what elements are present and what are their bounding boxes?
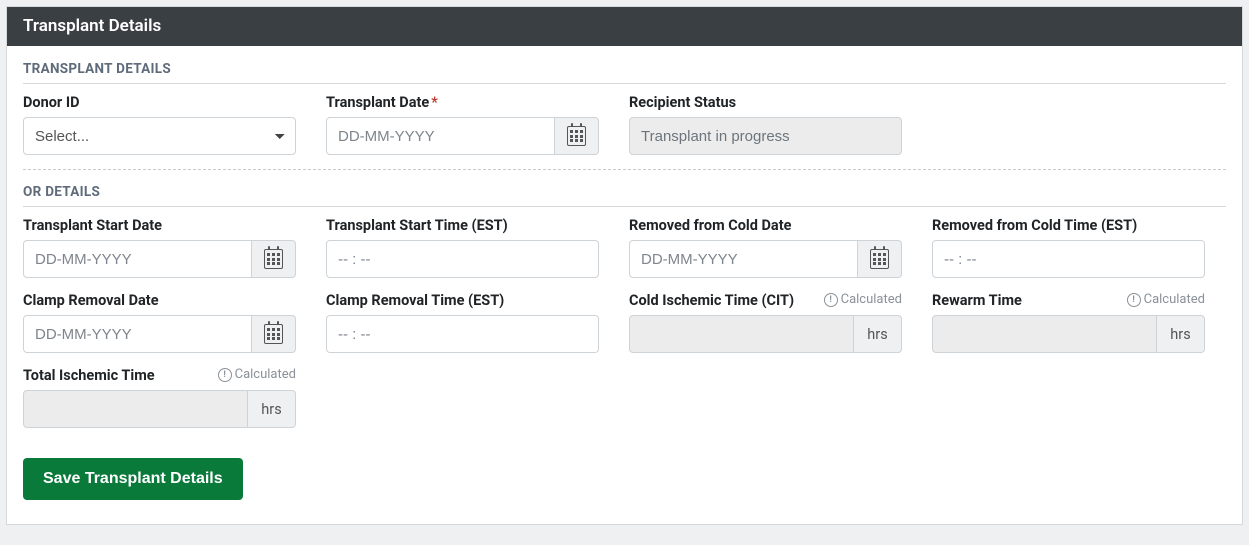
label-clamp-removal-date: Clamp Removal Date (23, 292, 159, 309)
info-icon (824, 293, 838, 307)
removed-cold-date-input[interactable] (629, 240, 858, 278)
recipient-status-input (629, 117, 902, 155)
donor-id-select[interactable]: Select... (23, 117, 296, 155)
field-clamp-removal-time: Clamp Removal Time (EST) (326, 292, 599, 353)
row-details: Donor ID Select... Transplant Date * (23, 94, 1226, 155)
info-icon (1127, 293, 1141, 307)
calendar-icon[interactable] (555, 117, 599, 155)
field-recipient-status: Recipient Status (629, 94, 902, 155)
panel-title: Transplant Details (7, 7, 1242, 46)
removed-cold-time-input[interactable] (932, 240, 1205, 278)
field-cit: Cold Ischemic Time (CIT) Calculated hrs (629, 292, 902, 353)
field-clamp-removal-date: Clamp Removal Date (23, 292, 296, 353)
transplant-date-input[interactable] (326, 117, 555, 155)
label-cit: Cold Ischemic Time (CIT) (629, 292, 794, 309)
section-title-or-details: OR DETAILS (23, 169, 1226, 207)
calculated-badge: Calculated (218, 367, 296, 382)
label-transplant-date: Transplant Date * (326, 94, 599, 111)
clamp-removal-date-input[interactable] (23, 315, 252, 353)
field-removed-cold-date: Removed from Cold Date (629, 217, 902, 278)
total-ischemic-input (23, 390, 248, 428)
calendar-icon[interactable] (252, 240, 296, 278)
field-rewarm: Rewarm Time Calculated hrs (932, 292, 1205, 353)
section-title-transplant-details: TRANSPLANT DETAILS (23, 56, 1226, 84)
label-recipient-status: Recipient Status (629, 94, 902, 111)
field-transplant-date: Transplant Date * (326, 94, 599, 155)
panel-body: TRANSPLANT DETAILS Donor ID Select... Tr… (7, 46, 1242, 524)
label-donor-id: Donor ID (23, 94, 296, 111)
cit-input (629, 315, 854, 353)
label-transplant-start-time: Transplant Start Time (EST) (326, 217, 508, 234)
field-transplant-start-time: Transplant Start Time (EST) (326, 217, 599, 278)
rewarm-input (932, 315, 1157, 353)
row-or-3: Total Ischemic Time Calculated hrs (23, 367, 1226, 428)
calendar-icon[interactable] (252, 315, 296, 353)
unit-hrs: hrs (1157, 315, 1205, 353)
transplant-start-time-input[interactable] (326, 240, 599, 278)
label-clamp-removal-time: Clamp Removal Time (EST) (326, 292, 504, 309)
transplant-details-panel: Transplant Details TRANSPLANT DETAILS Do… (6, 6, 1243, 525)
unit-hrs: hrs (248, 390, 296, 428)
info-icon (218, 368, 232, 382)
field-transplant-start-date: Transplant Start Date (23, 217, 296, 278)
row-or-2: Clamp Removal Date Clamp Removal Time (E… (23, 292, 1226, 353)
field-total-ischemic: Total Ischemic Time Calculated hrs (23, 367, 296, 428)
transplant-start-date-input[interactable] (23, 240, 252, 278)
calculated-badge: Calculated (1127, 292, 1205, 307)
row-or-1: Transplant Start Date Transplant Start T… (23, 217, 1226, 278)
label-total-ischemic: Total Ischemic Time (23, 367, 155, 384)
label-removed-cold-date: Removed from Cold Date (629, 217, 791, 234)
label-transplant-start-date: Transplant Start Date (23, 217, 162, 234)
field-donor-id: Donor ID Select... (23, 94, 296, 155)
label-rewarm: Rewarm Time (932, 292, 1022, 309)
calendar-icon[interactable] (858, 240, 902, 278)
calculated-badge: Calculated (824, 292, 902, 307)
field-removed-cold-time: Removed from Cold Time (EST) (932, 217, 1205, 278)
save-button[interactable]: Save Transplant Details (23, 458, 243, 500)
unit-hrs: hrs (854, 315, 902, 353)
clamp-removal-time-input[interactable] (326, 315, 599, 353)
label-removed-cold-time: Removed from Cold Time (EST) (932, 217, 1137, 234)
